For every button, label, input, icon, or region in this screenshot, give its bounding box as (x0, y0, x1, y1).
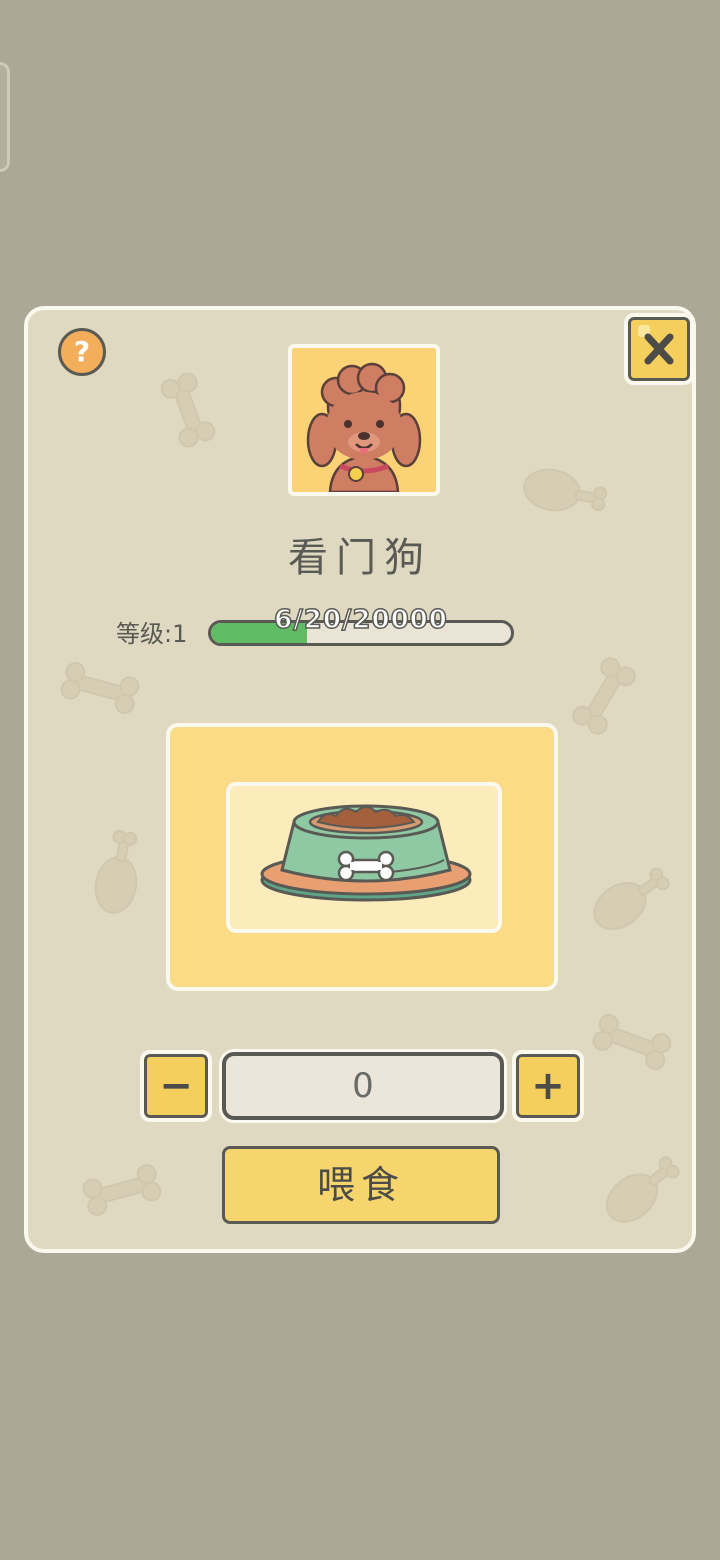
increase-quantity-button[interactable]: + (512, 1050, 584, 1122)
food-panel (166, 723, 558, 991)
decrease-quantity-button[interactable]: − (140, 1050, 212, 1122)
help-label: ? (73, 335, 91, 368)
pet-name: 看门狗 (288, 535, 432, 581)
feed-button[interactable]: 喂食 (222, 1146, 500, 1224)
quantity-field[interactable]: 0 (222, 1052, 504, 1120)
xp-progress-text: 6/20/20000 (273, 604, 448, 636)
minus-icon: − (159, 1063, 193, 1109)
level-label: 等级:1 (116, 620, 188, 648)
pet-portrait (288, 344, 440, 496)
plus-icon: + (531, 1063, 565, 1109)
close-icon (638, 325, 674, 365)
help-button[interactable]: ? (58, 328, 106, 376)
poodle-avatar (306, 362, 422, 492)
feed-dialog: ? 看门狗 等级:1 6/20/20000 − 0 + 喂食 (24, 306, 696, 1253)
close-button[interactable] (624, 313, 692, 385)
side-tab-edge[interactable] (0, 62, 10, 172)
food-slot[interactable] (226, 782, 502, 933)
dog-bowl-icon (260, 804, 472, 902)
